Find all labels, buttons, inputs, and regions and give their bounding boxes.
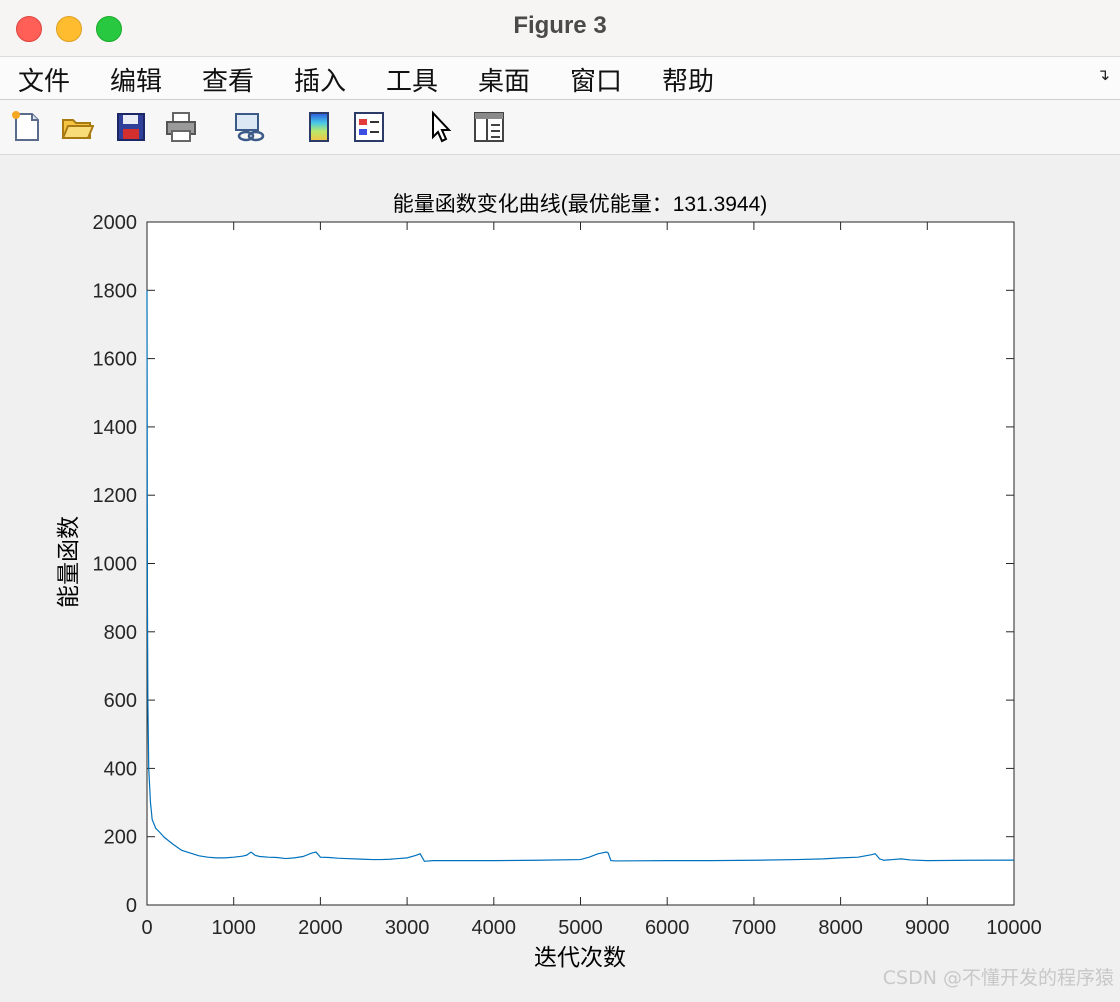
- link-plot-icon[interactable]: [232, 110, 266, 144]
- save-icon[interactable]: [114, 110, 148, 144]
- y-tick-label: 400: [104, 758, 137, 780]
- x-tick-label: 2000: [298, 917, 343, 939]
- x-tick-label: 8000: [818, 917, 863, 939]
- figure-canvas: 能量函数变化曲线(最优能量：131.3944) 0 1000 2000 3000 400…: [0, 155, 1120, 998]
- y-tick-label: 800: [104, 622, 137, 644]
- x-tick-label: 1000: [211, 917, 256, 939]
- legend-icon[interactable]: [352, 110, 386, 144]
- property-inspector-icon[interactable]: [472, 110, 506, 144]
- menu-bar: 文件 编辑 查看 插入 工具 桌面 窗口 帮助 ↴: [0, 57, 1120, 100]
- open-file-icon[interactable]: [60, 110, 94, 144]
- arrow-right-down-icon[interactable]: ↴: [1097, 65, 1110, 84]
- menu-view[interactable]: 查看: [202, 61, 254, 98]
- new-figure-icon[interactable]: [10, 110, 44, 144]
- y-axis-label: 能量函数: [55, 516, 81, 608]
- menu-file[interactable]: 文件: [18, 61, 70, 98]
- menu-help[interactable]: 帮助: [662, 61, 714, 98]
- figure-toolbar: [0, 100, 1120, 155]
- menu-insert[interactable]: 插入: [294, 61, 346, 98]
- menu-edit[interactable]: 编辑: [110, 61, 162, 98]
- pointer-icon[interactable]: [424, 110, 458, 144]
- x-tick-label: 3000: [385, 917, 430, 939]
- x-tick-label: 0: [141, 917, 152, 939]
- chart-title: 能量函数变化曲线(最优能量：131.3944): [393, 193, 768, 216]
- watermark: CSDN @不懂开发的程序猿: [882, 967, 1114, 989]
- y-tick-label: 600: [104, 690, 137, 712]
- energy-chart[interactable]: 能量函数变化曲线(最优能量：131.3944) 0 1000 2000 3000 400…: [0, 155, 1120, 998]
- y-tick-label: 200: [104, 827, 137, 849]
- y-tick-label: 2000: [93, 212, 138, 234]
- colorbar-icon[interactable]: [302, 110, 336, 144]
- y-tick-label: 1600: [93, 349, 138, 371]
- window-title: Figure 3: [513, 12, 607, 39]
- x-tick-label: 9000: [905, 917, 950, 939]
- figure-window: Figure 3 文件 编辑 查看 插入 工具 桌面 窗口 帮助 ↴ 能量函数变…: [0, 0, 1120, 998]
- x-tick-label: 7000: [732, 917, 777, 939]
- x-tick-label: 5000: [558, 917, 603, 939]
- menu-window[interactable]: 窗口: [570, 61, 622, 98]
- plot-area[interactable]: [146, 221, 1015, 906]
- x-tick-label: 4000: [472, 917, 517, 939]
- menu-desktop[interactable]: 桌面: [478, 61, 530, 98]
- menu-tools[interactable]: 工具: [386, 61, 438, 98]
- y-tick-label: 1000: [93, 554, 138, 576]
- x-tick-label: 10000: [986, 917, 1042, 939]
- x-tick-label: 6000: [645, 917, 690, 939]
- y-tick-label: 1400: [93, 417, 138, 439]
- y-tick-label: 1200: [93, 485, 138, 507]
- y-tick-label: 0: [126, 895, 137, 917]
- print-icon[interactable]: [164, 110, 198, 144]
- x-axis-label: 迭代次数: [534, 944, 626, 970]
- y-tick-label: 1800: [93, 280, 138, 302]
- title-bar: Figure 3: [0, 0, 1120, 57]
